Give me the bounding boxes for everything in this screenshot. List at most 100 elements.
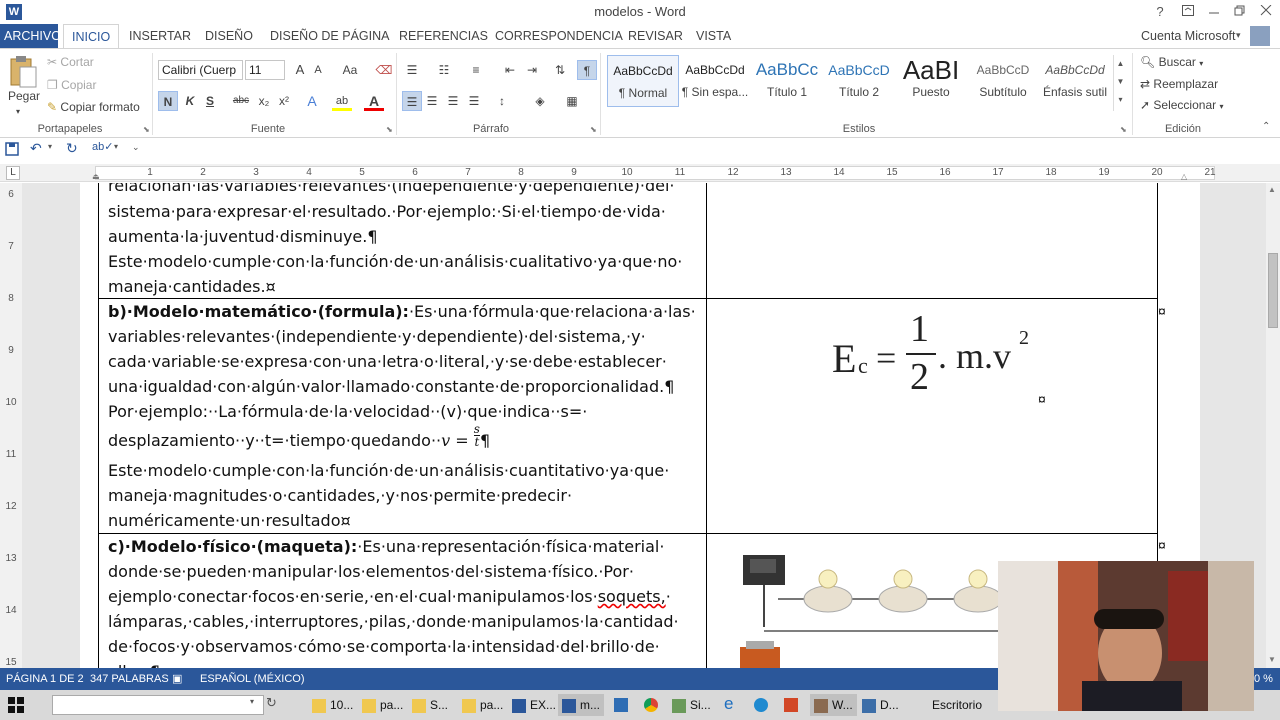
vertical-ruler[interactable]: 6 7 8 9 10 11 12 13 14 15 bbox=[0, 183, 22, 668]
taskbar-item-word-1[interactable]: EX... bbox=[512, 694, 556, 716]
taskbar-item-folder-2[interactable]: pa... bbox=[362, 694, 403, 716]
chrome-icon[interactable] bbox=[644, 698, 658, 712]
text-effects-button[interactable]: A bbox=[302, 91, 322, 111]
borders-icon[interactable]: ▦ bbox=[562, 91, 582, 111]
show-marks-button[interactable]: ¶ bbox=[577, 60, 597, 80]
styles-scroll-icon[interactable]: ▲ ▼ ▾ bbox=[1113, 55, 1127, 111]
tab-referencias[interactable]: REFERENCIAS bbox=[391, 24, 496, 48]
grow-font-button[interactable]: A bbox=[290, 60, 310, 80]
zoom-level[interactable]: 0 % bbox=[1254, 668, 1273, 690]
strikethrough-button[interactable]: abc bbox=[228, 91, 254, 111]
tab-vista[interactable]: VISTA bbox=[688, 24, 739, 48]
tab-diseno[interactable]: DISEÑO bbox=[197, 24, 261, 48]
styles-launcher-icon[interactable]: ⬊ bbox=[1120, 125, 1127, 134]
spelling-icon[interactable]: ab✓ bbox=[92, 140, 113, 153]
help-button[interactable]: ? bbox=[1148, 2, 1172, 22]
taskbar-item-word-active[interactable]: m... bbox=[558, 694, 604, 716]
tab-selector[interactable]: L bbox=[6, 166, 20, 180]
scroll-down-icon[interactable]: ▼ bbox=[1268, 655, 1276, 664]
taskbar-item-folder-1[interactable]: 10... bbox=[312, 694, 353, 716]
style-subtle-emphasis[interactable]: AaBbCcDd Énfasis sutil bbox=[1039, 55, 1111, 107]
decrease-indent-icon[interactable]: ⇤ bbox=[500, 60, 520, 80]
highlight-button[interactable]: ab bbox=[332, 91, 352, 111]
clear-format-icon[interactable]: ⌫ bbox=[374, 60, 394, 80]
circuit-image[interactable] bbox=[738, 549, 1038, 668]
scroll-thumb[interactable] bbox=[1268, 253, 1278, 328]
horizontal-ruler[interactable]: L 1 2 3 4 5 6 7 8 9 10 11 12 13 14 15 16 17 18 19 20 21 ⏏ △ bbox=[0, 164, 1280, 182]
paragraph-launcher-icon[interactable]: ⬊ bbox=[590, 125, 597, 134]
copy-button[interactable]: ❐ Copiar bbox=[47, 78, 96, 92]
windows-start-icon[interactable] bbox=[8, 697, 24, 713]
tab-archivo[interactable]: ARCHIVO bbox=[0, 24, 61, 48]
right-indent-marker-icon[interactable]: △ bbox=[1181, 172, 1187, 181]
account-menu[interactable]: Cuenta Microsoft bbox=[1133, 24, 1243, 48]
change-case-button[interactable]: Aa bbox=[336, 60, 364, 80]
paste-button[interactable]: Pegar bbox=[8, 89, 40, 103]
tab-revisar[interactable]: REVISAR bbox=[620, 24, 691, 48]
cut-button[interactable]: ✂ Cortar bbox=[47, 55, 94, 69]
taskbar-item-doc[interactable]: D... bbox=[862, 694, 899, 716]
tab-correspondencia[interactable]: CORRESPONDENCIA bbox=[487, 24, 631, 48]
justify-icon[interactable]: ☰ bbox=[464, 91, 484, 111]
font-color-button[interactable]: A bbox=[364, 91, 384, 111]
bold-button[interactable]: N bbox=[158, 91, 178, 111]
scroll-up-icon[interactable]: ▲ bbox=[1268, 185, 1276, 194]
vertical-scrollbar[interactable]: ▲ ▼ bbox=[1266, 183, 1280, 668]
clipboard-launcher-icon[interactable]: ⬊ bbox=[143, 125, 150, 134]
sort-icon[interactable]: ⇅ bbox=[550, 60, 570, 80]
powerpoint-icon[interactable] bbox=[784, 698, 798, 712]
indent-marker-icon[interactable]: ⏏ bbox=[92, 172, 100, 181]
format-painter-button[interactable]: ✎ Copiar formato bbox=[47, 100, 140, 114]
undo-icon[interactable]: ↶ bbox=[30, 140, 42, 157]
shrink-font-button[interactable]: A bbox=[308, 60, 328, 80]
table-cell-image-row1[interactable] bbox=[706, 183, 1158, 299]
ribbon-display-icon[interactable] bbox=[1176, 2, 1200, 22]
spelling-error-word[interactable]: soquets, bbox=[598, 587, 666, 606]
search-chevron-icon[interactable]: ▾ bbox=[250, 697, 254, 706]
kinetic-energy-equation[interactable]: E c = 1 2 . m.v 2 bbox=[832, 307, 1042, 402]
spelling-chevron-icon[interactable]: ▾ bbox=[114, 142, 118, 151]
edge-icon[interactable] bbox=[754, 698, 768, 712]
close-icon[interactable] bbox=[1254, 2, 1278, 22]
page-count[interactable]: PÁGINA 1 DE 2 bbox=[6, 668, 84, 690]
shading-icon[interactable]: ◈ bbox=[530, 91, 550, 111]
paste-icon[interactable] bbox=[8, 55, 40, 89]
redo-icon[interactable]: ↻ bbox=[66, 140, 78, 157]
replace-button[interactable]: ⇄ Reemplazar bbox=[1140, 77, 1218, 91]
font-launcher-icon[interactable]: ⬊ bbox=[386, 125, 393, 134]
find-button[interactable]: 🔍︎ Buscar ▾ bbox=[1140, 55, 1203, 69]
taskbar-item-folder-3[interactable]: S... bbox=[412, 694, 448, 716]
save-icon[interactable] bbox=[5, 142, 19, 156]
app-icon[interactable] bbox=[614, 698, 628, 712]
increase-indent-icon[interactable]: ⇥ bbox=[522, 60, 542, 80]
taskbar-item-word-2[interactable]: W... bbox=[810, 694, 857, 716]
minimize-icon[interactable] bbox=[1202, 2, 1226, 22]
align-right-icon[interactable]: ☰ bbox=[443, 91, 463, 111]
font-name-select[interactable]: Calibri (Cuerp bbox=[158, 60, 243, 80]
taskbar-search-input[interactable] bbox=[52, 695, 264, 715]
proofing-icon[interactable]: ▣ bbox=[172, 668, 182, 690]
style-normal[interactable]: AaBbCcDd ¶ Normal bbox=[607, 55, 679, 107]
subscript-button[interactable]: x₂ bbox=[254, 91, 274, 111]
undo-chevron-icon[interactable]: ▾ bbox=[48, 142, 52, 151]
tab-inicio[interactable]: INICIO bbox=[63, 24, 120, 48]
tab-diseno-pagina[interactable]: DISEÑO DE PÁGINA bbox=[262, 24, 397, 48]
bullets-icon[interactable]: ☰ bbox=[402, 60, 422, 80]
collapse-ribbon-icon[interactable]: ⌃ bbox=[1262, 121, 1270, 132]
style-subtitle[interactable]: AaBbCcD Subtítulo bbox=[967, 55, 1039, 107]
language-indicator[interactable]: ESPAÑOL (MÉXICO) bbox=[200, 668, 305, 690]
style-heading2[interactable]: AaBbCcD Título 2 bbox=[823, 55, 895, 107]
ie-icon[interactable]: e bbox=[724, 694, 733, 714]
customize-qat-icon[interactable]: ⌄ bbox=[132, 142, 140, 153]
numbering-icon[interactable]: ☷ bbox=[434, 60, 454, 80]
underline-button[interactable]: S bbox=[200, 91, 220, 111]
account-chevron-icon[interactable]: ▾ bbox=[1236, 30, 1241, 41]
line-spacing-icon[interactable]: ↕ bbox=[492, 91, 512, 111]
italic-button[interactable]: K bbox=[180, 91, 200, 111]
style-no-spacing[interactable]: AaBbCcDd ¶ Sin espa... bbox=[679, 55, 751, 107]
desktop-toolbar[interactable]: Escritorio bbox=[932, 694, 982, 716]
select-button[interactable]: ➚ Seleccionar ▾ bbox=[1140, 98, 1223, 112]
style-heading1[interactable]: AaBbCc Título 1 bbox=[751, 55, 823, 107]
tab-insertar[interactable]: INSERTAR bbox=[121, 24, 199, 48]
align-center-icon[interactable]: ☰ bbox=[422, 91, 442, 111]
